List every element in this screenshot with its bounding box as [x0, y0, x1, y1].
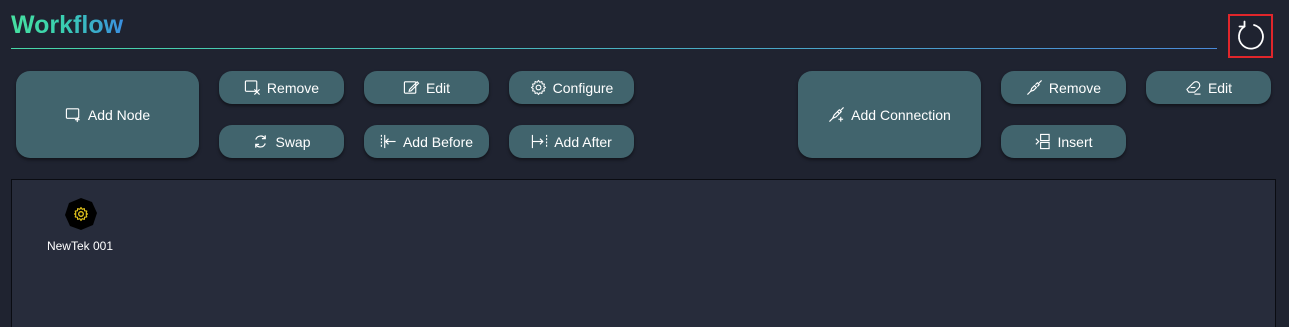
add-before-icon	[380, 134, 396, 149]
configure-button[interactable]: Configure	[509, 71, 634, 104]
workflow-canvas[interactable]: NewTek 001	[11, 179, 1276, 327]
remove-connection-icon	[1026, 80, 1042, 95]
add-after-button[interactable]: Add After	[509, 125, 634, 158]
edit-connection-label: Edit	[1207, 79, 1233, 96]
insert-icon	[1035, 133, 1051, 150]
remove-node-icon	[244, 80, 260, 95]
workflow-app: Workflow Add Node Remove Edit Configure …	[0, 0, 1289, 327]
refresh-button[interactable]	[1228, 14, 1273, 58]
edit-node-label: Edit	[425, 79, 451, 96]
workflow-node[interactable]	[64, 197, 98, 231]
swap-icon	[255, 135, 267, 148]
add-connection-icon	[829, 107, 845, 122]
refresh-icon	[1237, 20, 1264, 50]
remove-connection-label: Remove	[1048, 79, 1102, 96]
add-node-icon	[65, 108, 80, 123]
remove-node-label: Remove	[266, 79, 320, 96]
remove-connection-button[interactable]: Remove	[1001, 71, 1126, 104]
edit-node-button[interactable]: Edit	[364, 71, 489, 104]
configure-label: Configure	[552, 79, 614, 96]
remove-node-button[interactable]: Remove	[219, 71, 344, 104]
add-before-label: Add Before	[402, 133, 474, 150]
edit-connection-icon	[1186, 81, 1201, 95]
edit-icon	[403, 81, 420, 94]
node-label: NewTek 001	[46, 239, 114, 253]
edit-connection-button[interactable]: Edit	[1146, 71, 1271, 104]
title-divider	[11, 48, 1217, 49]
add-before-button[interactable]: Add Before	[364, 125, 489, 158]
add-connection-button[interactable]: Add Connection	[798, 71, 981, 158]
insert-label: Insert	[1057, 133, 1093, 150]
add-connection-label: Add Connection	[851, 106, 951, 123]
add-node-label: Add Node	[87, 106, 151, 123]
page-title: Workflow	[11, 8, 123, 42]
gear-node-icon	[65, 198, 97, 230]
swap-button[interactable]: Swap	[219, 125, 344, 158]
insert-button[interactable]: Insert	[1001, 125, 1126, 158]
add-after-label: Add After	[554, 133, 612, 150]
gear-icon	[530, 79, 546, 96]
add-after-icon	[532, 134, 548, 149]
add-node-button[interactable]: Add Node	[16, 71, 199, 158]
swap-label: Swap	[275, 133, 311, 150]
